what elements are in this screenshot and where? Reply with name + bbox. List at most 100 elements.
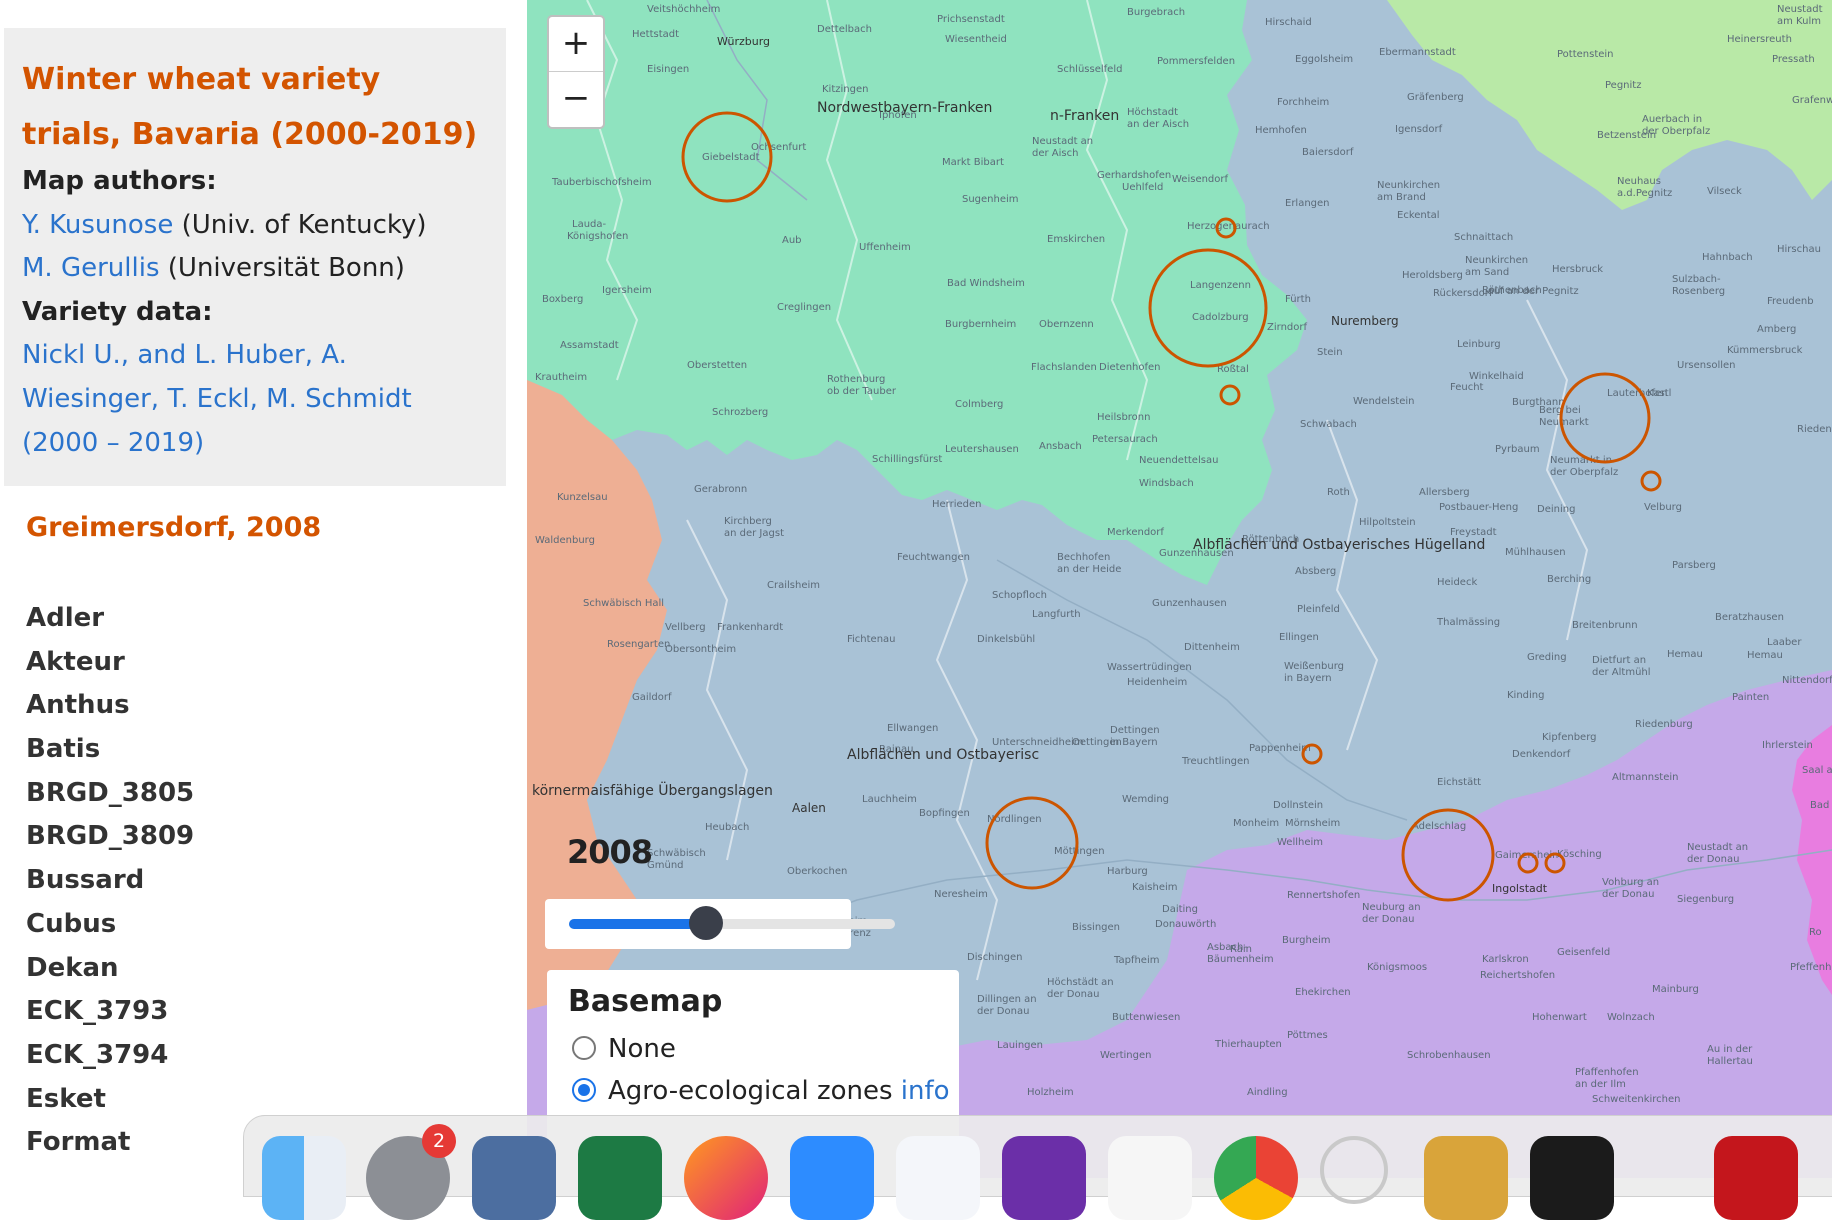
- svg-text:Bechhofen: Bechhofen: [1057, 552, 1110, 563]
- svg-text:Pottenstein: Pottenstein: [1557, 49, 1614, 60]
- svg-text:Aindling: Aindling: [1247, 1087, 1288, 1098]
- svg-text:Bäumenheim: Bäumenheim: [1207, 954, 1274, 965]
- app-grid-icon[interactable]: [472, 1136, 556, 1220]
- svg-text:Merkendorf: Merkendorf: [1107, 527, 1164, 538]
- svg-text:Rieden: Rieden: [1797, 424, 1832, 435]
- svg-text:Hirschau: Hirschau: [1777, 244, 1821, 255]
- archive-icon[interactable]: [1424, 1136, 1508, 1220]
- svg-text:Buttenwiesen: Buttenwiesen: [1112, 1012, 1180, 1023]
- svg-text:Burgbernheim: Burgbernheim: [945, 319, 1016, 330]
- zoom-control: + −: [547, 15, 605, 129]
- region-label-franken: n-Franken: [1050, 108, 1119, 124]
- svg-text:Vellberg: Vellberg: [665, 622, 706, 633]
- svg-text:Mainburg: Mainburg: [1652, 984, 1699, 995]
- author-link-gerullis[interactable]: M. Gerullis: [22, 253, 160, 283]
- svg-text:Feuchtwangen: Feuchtwangen: [897, 552, 970, 563]
- svg-text:a.d.Pegnitz: a.d.Pegnitz: [1617, 188, 1672, 199]
- svg-text:Eichstätt: Eichstätt: [1437, 777, 1481, 788]
- svg-text:Obernzenn: Obernzenn: [1039, 319, 1094, 330]
- svg-text:Hemau: Hemau: [1667, 649, 1703, 660]
- basemap-title: Basemap: [568, 984, 723, 1019]
- svg-text:Weisendorf: Weisendorf: [1172, 174, 1229, 185]
- help-icon[interactable]: [1320, 1136, 1388, 1204]
- svg-text:Saal an der: Saal an der: [1802, 765, 1832, 776]
- svg-text:Bad Windsheim: Bad Windsheim: [947, 278, 1025, 289]
- firefox-icon[interactable]: [684, 1136, 768, 1220]
- svg-text:Hahnbach: Hahnbach: [1702, 252, 1753, 263]
- list-item: BRGD_3809: [26, 821, 195, 852]
- svg-text:Cadolzburg: Cadolzburg: [1192, 312, 1249, 323]
- svg-text:am Brand: am Brand: [1377, 192, 1426, 203]
- terminal-icon[interactable]: [1530, 1136, 1614, 1220]
- region-label-albflaechen-west: Albflächen und Ostbayerisc: [847, 747, 1039, 763]
- svg-text:Altmannstein: Altmannstein: [1612, 772, 1678, 783]
- svg-text:Reichertshofen: Reichertshofen: [1480, 970, 1555, 981]
- excel-icon[interactable]: [578, 1136, 662, 1220]
- list-item: Cubus: [26, 908, 117, 939]
- svg-text:Schrozberg: Schrozberg: [712, 407, 768, 418]
- year-slider[interactable]: [569, 906, 895, 940]
- svg-text:Wendelstein: Wendelstein: [1353, 396, 1414, 407]
- svg-text:Langenzenn: Langenzenn: [1190, 280, 1251, 291]
- acrobat-icon[interactable]: [1714, 1136, 1798, 1220]
- svg-text:Wolnzach: Wolnzach: [1607, 1012, 1655, 1023]
- svg-text:Leinburg: Leinburg: [1457, 339, 1501, 350]
- basemap-info-link[interactable]: info: [901, 1076, 950, 1106]
- svg-text:Frankenhardt: Frankenhardt: [717, 622, 783, 633]
- zoom-in-button[interactable]: +: [549, 17, 603, 72]
- svg-text:Schweitenkirchen: Schweitenkirchen: [1592, 1094, 1681, 1105]
- github-desktop-icon[interactable]: [1002, 1136, 1086, 1220]
- svg-text:Dietfurt an: Dietfurt an: [1592, 655, 1646, 666]
- year-slider-thumb[interactable]: [689, 906, 724, 940]
- svg-text:Kitzingen: Kitzingen: [822, 84, 868, 95]
- sidebar: Winter wheat variety trials, Bavaria (20…: [0, 0, 527, 1178]
- svg-text:Bopfingen: Bopfingen: [919, 808, 970, 819]
- list-item: ECK_3794: [26, 1039, 169, 1070]
- svg-text:der Donau: der Donau: [1687, 854, 1739, 865]
- svg-text:Langfurth: Langfurth: [1032, 609, 1081, 620]
- variety-data-link[interactable]: Nickl U., and L. Huber, A. Wiesinger, T.…: [22, 333, 442, 465]
- svg-text:Dettelbach: Dettelbach: [817, 24, 872, 35]
- chrome-icon[interactable]: [1214, 1136, 1298, 1220]
- slack-icon[interactable]: [1108, 1136, 1192, 1220]
- svg-text:Krautheim: Krautheim: [535, 372, 587, 383]
- svg-text:Harburg: Harburg: [1107, 866, 1148, 877]
- author-line-2: M. Gerullis (Universität Bonn): [22, 253, 405, 283]
- svg-text:Herrieden: Herrieden: [932, 499, 982, 510]
- map-canvas[interactable]: Würzburg Veitshöchheim Hettstadt Eisinge…: [527, 0, 1832, 1178]
- svg-text:Schnaittach: Schnaittach: [1454, 232, 1513, 243]
- svg-text:Uffenheim: Uffenheim: [859, 242, 911, 253]
- svg-text:Lauchheim: Lauchheim: [862, 794, 917, 805]
- finder-icon[interactable]: [262, 1136, 346, 1220]
- basemap-option-none[interactable]: None: [572, 1034, 676, 1064]
- svg-text:der Oberpfalz: der Oberpfalz: [1550, 467, 1618, 478]
- svg-text:Boxberg: Boxberg: [542, 294, 583, 305]
- svg-text:Uehlfeld: Uehlfeld: [1122, 182, 1163, 193]
- svg-text:Kinding: Kinding: [1507, 690, 1545, 701]
- list-item: Anthus: [26, 690, 130, 721]
- svg-text:Ebermannstadt: Ebermannstadt: [1379, 47, 1456, 58]
- vscode-icon[interactable]: [896, 1136, 980, 1220]
- radio-none[interactable]: [572, 1035, 596, 1060]
- radio-agro-ecological[interactable]: [572, 1077, 596, 1102]
- svg-text:Wertingen: Wertingen: [1100, 1050, 1151, 1061]
- list-item: Adler: [26, 603, 105, 633]
- author-link-kusunose[interactable]: Y. Kusunose: [22, 210, 173, 240]
- svg-text:Hohenwart: Hohenwart: [1532, 1012, 1587, 1023]
- region-label-koernermais: körnermaisfähige Übergangslagen: [532, 781, 773, 799]
- svg-text:der Aisch: der Aisch: [1032, 148, 1078, 159]
- basemap-option-agro[interactable]: Agro-ecological zones info: [572, 1076, 950, 1106]
- svg-text:der Donau: der Donau: [1047, 989, 1099, 1000]
- svg-text:Pappenheim: Pappenheim: [1249, 743, 1311, 754]
- svg-text:Höchstadt: Höchstadt: [1127, 107, 1178, 118]
- zoom-icon[interactable]: [790, 1136, 874, 1220]
- svg-text:Wemding: Wemding: [1122, 794, 1169, 805]
- svg-text:Eckental: Eckental: [1397, 210, 1440, 221]
- svg-text:Wiesentheid: Wiesentheid: [945, 34, 1007, 45]
- svg-text:der Donau: der Donau: [1362, 914, 1414, 925]
- svg-text:Neustadt an: Neustadt an: [1032, 136, 1093, 147]
- zoom-out-button[interactable]: −: [549, 72, 603, 126]
- svg-text:Ansbach: Ansbach: [1039, 441, 1082, 452]
- svg-text:Schwabach: Schwabach: [1300, 419, 1357, 430]
- svg-text:Markt Bibart: Markt Bibart: [942, 157, 1004, 168]
